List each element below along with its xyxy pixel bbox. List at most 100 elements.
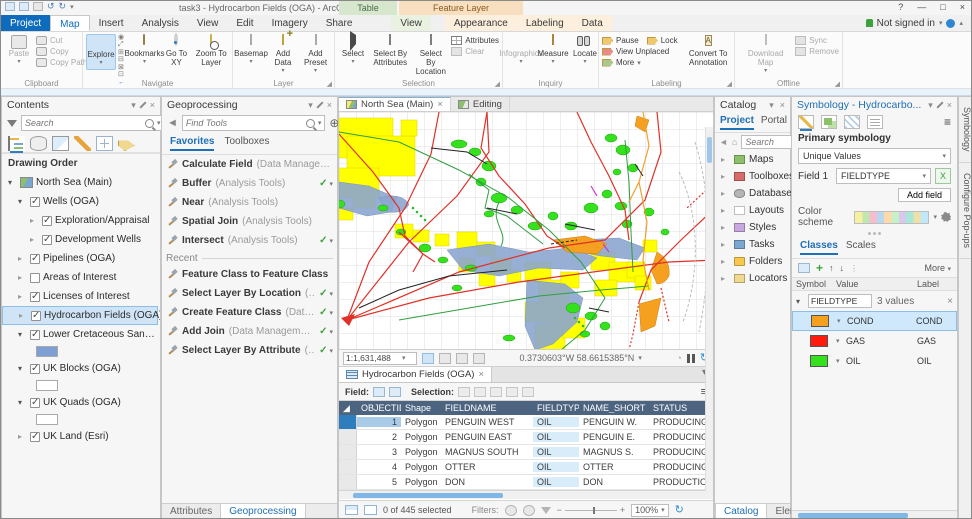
col-fieldtype[interactable]: FIELDTYPE — [533, 403, 579, 413]
cut-button[interactable]: Cut — [36, 36, 87, 45]
expander-icon[interactable]: ▸ — [721, 257, 730, 266]
class-row-oil[interactable]: ▾ OIL OIL — [792, 351, 957, 371]
expander-icon[interactable]: ▾ — [18, 330, 27, 339]
lock-label-button[interactable]: Lock — [647, 36, 678, 45]
add-values-icon[interactable] — [798, 263, 810, 273]
expander-icon[interactable]: ▸ — [721, 240, 730, 249]
tab-appearance[interactable]: Appearance — [445, 15, 517, 31]
corner-cell[interactable]: ◢ — [339, 403, 357, 414]
symbology-pin-icon[interactable] — [936, 101, 943, 108]
layer-licenses-of-interest[interactable]: ▸Licenses of Interest — [2, 287, 160, 306]
map-tab-editing[interactable]: Editing — [451, 97, 510, 111]
contents-search[interactable]: ▾ — [21, 115, 165, 131]
table-view-icon[interactable] — [345, 505, 358, 515]
explore-button[interactable]: Explore▾ — [86, 34, 116, 70]
remove-button[interactable]: Remove — [795, 47, 839, 56]
expander-icon[interactable]: ▾ — [18, 398, 27, 407]
tab-scales[interactable]: Scales — [846, 240, 876, 255]
row-selector[interactable] — [339, 415, 357, 429]
expander-icon[interactable]: ▸ — [721, 189, 730, 198]
table-tab-hydrocarbon-fields[interactable]: Hydrocarbon Fields (OGA) × — [339, 367, 492, 382]
group-expander-icon[interactable]: ▾ — [796, 297, 805, 306]
table-row[interactable]: 4Polygon OTTEROIL OTTERPRODUCING — [339, 460, 713, 475]
color-scheme-caret-icon[interactable]: ▾ — [933, 213, 937, 221]
globe-icon[interactable]: ◔ — [676, 353, 681, 363]
map-tab-north-sea[interactable]: North Sea (Main)× — [339, 97, 451, 111]
filter-extent-icon[interactable] — [523, 505, 535, 516]
more-labeling-button[interactable]: More▾ — [602, 58, 683, 67]
go-to-xy-button[interactable]: Go To XY — [161, 34, 191, 68]
select-button[interactable]: Select▾ — [338, 34, 368, 68]
classes-group-row[interactable]: ▾ 3 values × — [792, 291, 957, 311]
class-row-gas[interactable]: ▾ GAS GAS — [792, 331, 957, 351]
col-name-short[interactable]: NAME_SHORT — [579, 403, 649, 413]
oil-swatch[interactable] — [810, 355, 828, 367]
layer-north-sea[interactable]: ▾North Sea (Main) — [2, 173, 160, 192]
layer-checkbox[interactable] — [30, 273, 40, 283]
symbology-horizontal-scrollbar[interactable] — [792, 510, 957, 519]
table-row[interactable]: 5Polygon DONOIL DONPRODUCTION C — [339, 475, 713, 490]
copy-button[interactable]: Copy — [36, 47, 87, 56]
layer-exploration-appraisal[interactable]: ▸Exploration/Appraisal — [2, 211, 160, 230]
collapse-ribbon-icon[interactable]: ▴ — [959, 19, 963, 27]
sound-toggle-icon[interactable] — [473, 353, 485, 364]
tab-edit[interactable]: Edit — [227, 15, 262, 31]
tab-classes[interactable]: Classes — [800, 240, 838, 255]
select-by-attributes-table-icon[interactable] — [458, 387, 470, 397]
expander-icon[interactable]: ▸ — [721, 155, 730, 164]
infographics-button[interactable]: Infographics▾ — [506, 34, 536, 68]
attributes-button[interactable]: Attributes — [451, 36, 499, 45]
coordinates-readout[interactable]: 0.3730603°W 58.6615385°N▾ — [520, 353, 642, 363]
open-project-icon[interactable] — [19, 2, 29, 11]
tool-caret-icon[interactable]: ▾ — [329, 237, 333, 245]
tool-fc-to-fc[interactable]: Feature Class to Feature Class(Conve...✓… — [162, 265, 337, 284]
locate-button[interactable]: Locate▾ — [570, 34, 600, 68]
play-swatch[interactable] — [36, 346, 58, 357]
pause-drawing-icon[interactable] — [687, 354, 695, 363]
geoprocessing-close-icon[interactable]: × — [327, 100, 332, 110]
back-icon[interactable]: ◄ — [167, 117, 178, 129]
catalog-item-toolboxes[interactable]: ▸Toolboxes — [715, 168, 790, 185]
layer-uk-quads[interactable]: ▾UK Quads (OGA) — [2, 393, 160, 412]
catalog-close-icon[interactable]: × — [780, 100, 785, 110]
class-row-cond[interactable]: ▾ COND COND — [792, 311, 957, 331]
clear-selection-icon[interactable] — [506, 387, 518, 397]
symbology-method-dropdown[interactable]: Unique Values▾ — [798, 148, 951, 164]
catalog-item-styles[interactable]: ▸Styles — [715, 219, 790, 236]
tab-map[interactable]: Map — [50, 15, 89, 31]
delete-selection-icon[interactable] — [522, 387, 534, 397]
row-height-slider[interactable]: −+ — [557, 505, 626, 515]
layer-checkbox[interactable] — [30, 197, 40, 207]
strip-tab-configure-popups[interactable]: Configure Pop-ups — [959, 163, 972, 259]
geoprocessing-pin-icon[interactable] — [316, 101, 323, 108]
signin-area[interactable]: Not signed in ▾ ▴ — [866, 15, 971, 31]
tab-toolboxes[interactable]: Toolboxes — [224, 136, 269, 151]
blocks-swatch[interactable] — [36, 380, 58, 391]
tool-intersect[interactable]: Intersect(Analysis Tools)✓▾ — [162, 231, 337, 250]
selection-dialog-launcher-icon[interactable]: ◢ — [495, 80, 500, 88]
color-scheme-dropdown[interactable] — [854, 211, 929, 224]
layer-checkbox[interactable] — [30, 398, 40, 408]
col-fieldname[interactable]: FIELDNAME — [441, 403, 533, 413]
layer-checkbox[interactable] — [30, 432, 40, 442]
expander-icon[interactable]: ▸ — [18, 254, 27, 263]
expander-icon[interactable]: ▸ — [18, 432, 27, 441]
paste-button[interactable]: Paste▾ — [4, 34, 34, 68]
tab-insert[interactable]: Insert — [90, 15, 133, 31]
offline-dialog-launcher-icon[interactable]: ◢ — [835, 80, 840, 88]
col-shape[interactable]: Shape — [401, 403, 441, 413]
catalog-menu-icon[interactable]: ▾ — [769, 100, 774, 111]
select-by-attributes-button[interactable]: Select By Attributes — [370, 34, 410, 68]
search-caret-icon[interactable]: ▾ — [157, 119, 161, 127]
layer-checkbox[interactable] — [30, 254, 40, 264]
list-by-data-source-icon[interactable] — [30, 136, 47, 151]
contents-menu-icon[interactable]: ▾ — [131, 100, 136, 111]
table-vertical-scrollbar[interactable] — [705, 127, 713, 491]
expander-icon[interactable]: ▸ — [721, 223, 730, 232]
contents-close-icon[interactable]: × — [150, 100, 155, 110]
geoprocessing-menu-icon[interactable]: ▾ — [308, 100, 313, 111]
tool-create-feature-class[interactable]: Create Feature Class(Data Manageme...✓▾ — [162, 303, 337, 322]
undo-icon[interactable]: ↺ — [47, 2, 55, 11]
table-zoom-combo[interactable]: 100%▾ — [631, 504, 669, 517]
add-field-button[interactable]: Add field — [898, 188, 951, 202]
